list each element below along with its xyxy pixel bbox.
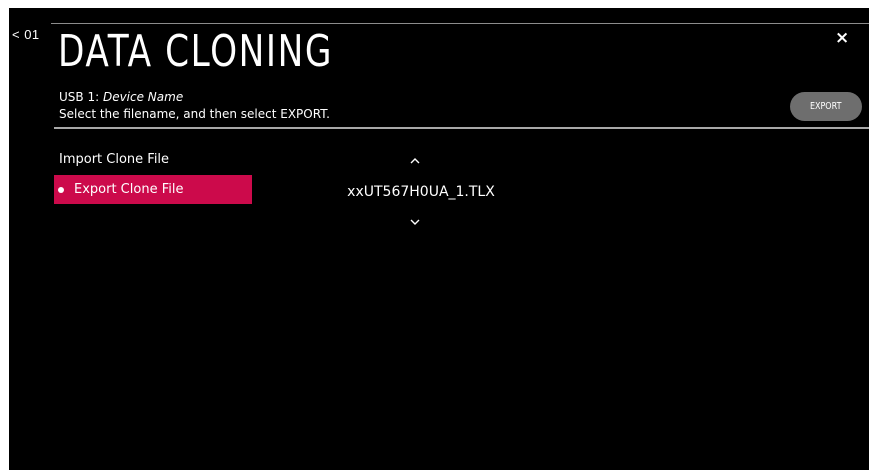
header-divider — [51, 23, 869, 24]
chevron-down-icon[interactable] — [408, 215, 422, 229]
filename-value[interactable]: xxUT567H0UA_1.TLX — [341, 184, 501, 200]
device-name: Device Name — [102, 90, 184, 104]
menu-item-export[interactable]: Export Clone File — [54, 175, 252, 204]
page-title: DATA CLONING — [58, 26, 333, 77]
back-button[interactable]: < 01 — [12, 27, 40, 42]
tv-screen: < 01 DATA CLONING × USB 1: Device Name S… — [9, 8, 869, 470]
selected-bullet-icon — [58, 186, 64, 193]
menu-item-label: Import Clone File — [59, 152, 170, 167]
instruction-text: Select the filename, and then select EXP… — [59, 107, 330, 121]
menu-item-import[interactable]: Import Clone File — [54, 145, 252, 174]
device-prefix: USB 1: — [59, 90, 103, 104]
export-button-label: EXPORT — [810, 101, 842, 112]
export-button[interactable]: EXPORT — [790, 92, 862, 121]
chevron-up-icon[interactable] — [408, 154, 422, 168]
content-divider — [54, 127, 869, 129]
close-icon[interactable]: × — [835, 28, 849, 48]
menu-item-label: Export Clone File — [74, 182, 184, 197]
device-info: USB 1: Device Name — [59, 90, 183, 104]
